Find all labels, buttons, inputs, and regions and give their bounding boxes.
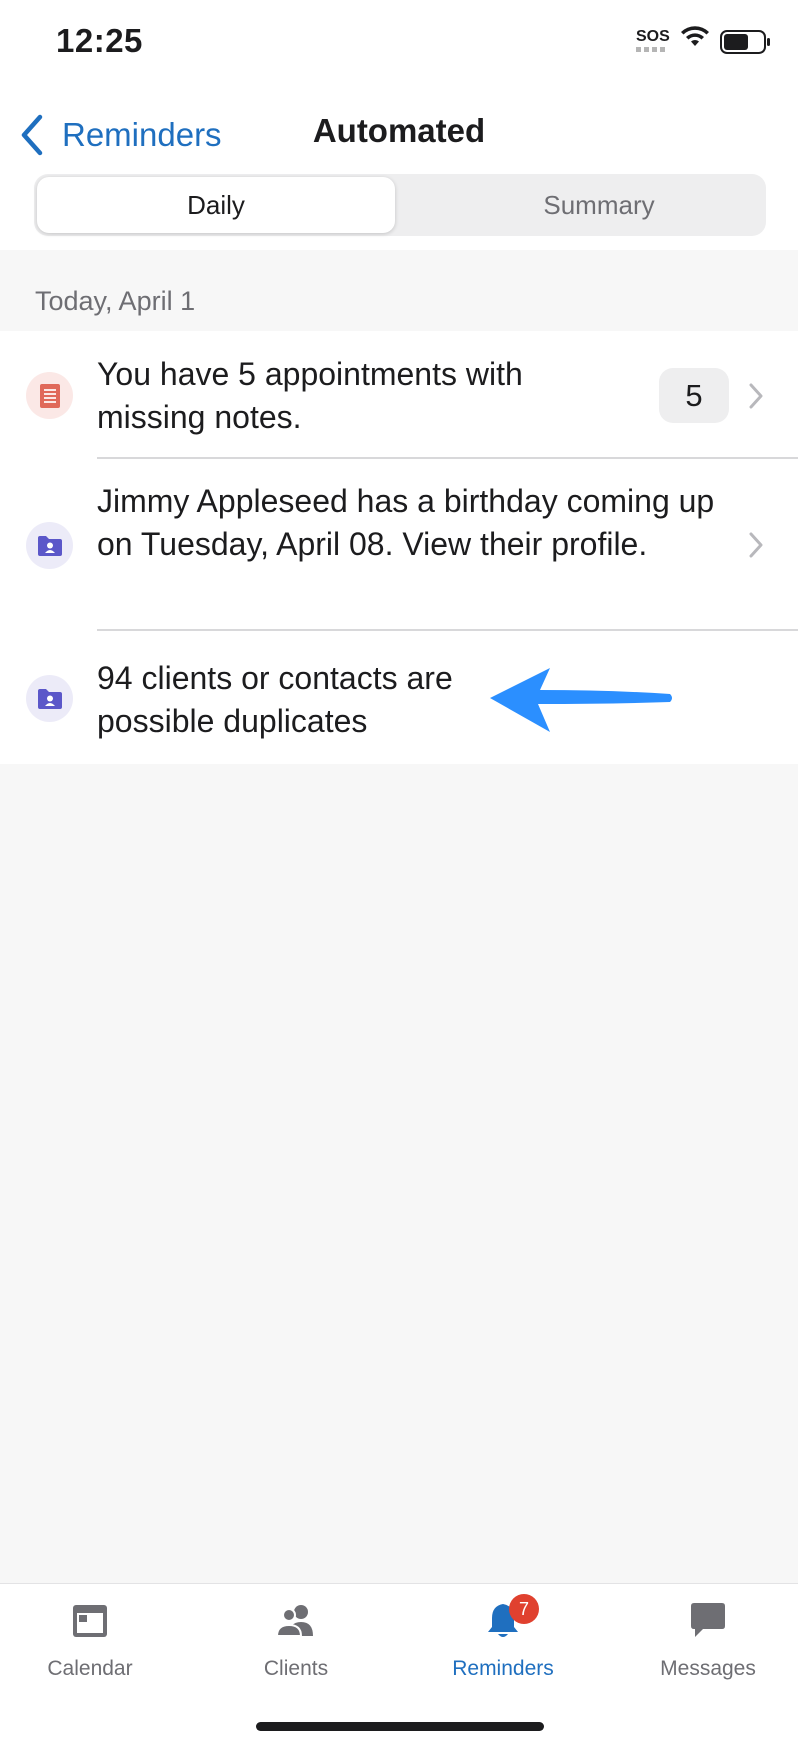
- tab-label: Calendar: [47, 1657, 133, 1680]
- tab-calendar[interactable]: Calendar: [0, 1584, 190, 1704]
- status-time: 12:25: [56, 22, 143, 59]
- segment-daily[interactable]: Daily: [37, 177, 395, 233]
- sos-indicator: SOS: [636, 28, 670, 45]
- notification-badge: 7: [509, 1594, 539, 1624]
- calendar-icon: [73, 1605, 107, 1637]
- tab-bar: Calendar Clients 7 Reminders Messages: [0, 1583, 798, 1745]
- reminder-birthday[interactable]: Jimmy Appleseed has a birthday coming up…: [0, 459, 798, 631]
- annotation-arrow-icon: [490, 668, 672, 732]
- status-bar: 12:25 SOS: [0, 0, 798, 80]
- notes-icon: [26, 372, 73, 419]
- client-folder-icon: [26, 522, 73, 569]
- segment-summary[interactable]: Summary: [432, 177, 766, 233]
- clients-icon: [275, 1605, 313, 1637]
- tab-label: Reminders: [452, 1657, 554, 1680]
- segmented-control: Daily Summary: [34, 174, 766, 236]
- message-icon: [691, 1603, 725, 1637]
- page-title: Automated: [312, 112, 486, 149]
- reminder-list: You have 5 appointments with missing not…: [0, 331, 798, 764]
- home-indicator: [256, 1722, 544, 1731]
- reminder-duplicates[interactable]: 94 clients or contacts are possible dupl…: [0, 631, 798, 764]
- count-badge: 5: [659, 368, 729, 423]
- section-header-date: Today, April 1: [35, 286, 196, 316]
- tab-reminders[interactable]: 7 Reminders: [403, 1584, 603, 1704]
- wifi-icon: [681, 26, 709, 46]
- tab-label: Messages: [660, 1657, 756, 1680]
- reminder-text: Jimmy Appleseed has a birthday coming up…: [97, 483, 715, 562]
- chevron-right-icon: [749, 532, 763, 558]
- tab-label: Clients: [263, 1657, 329, 1680]
- reminder-missing-notes[interactable]: You have 5 appointments with missing not…: [0, 331, 798, 459]
- tab-clients[interactable]: Clients: [196, 1584, 396, 1704]
- tab-messages[interactable]: Messages: [608, 1584, 798, 1704]
- battery-icon: [720, 30, 770, 54]
- chevron-right-icon: [749, 383, 763, 409]
- reminder-text: You have 5 appointments with missing not…: [97, 356, 523, 435]
- client-folder-icon: [26, 675, 73, 722]
- navigation-bar: Reminders Automated Daily Summary: [0, 80, 798, 250]
- signal-dots-icon: [636, 47, 666, 52]
- reminder-text: 94 clients or contacts are possible dupl…: [97, 660, 453, 739]
